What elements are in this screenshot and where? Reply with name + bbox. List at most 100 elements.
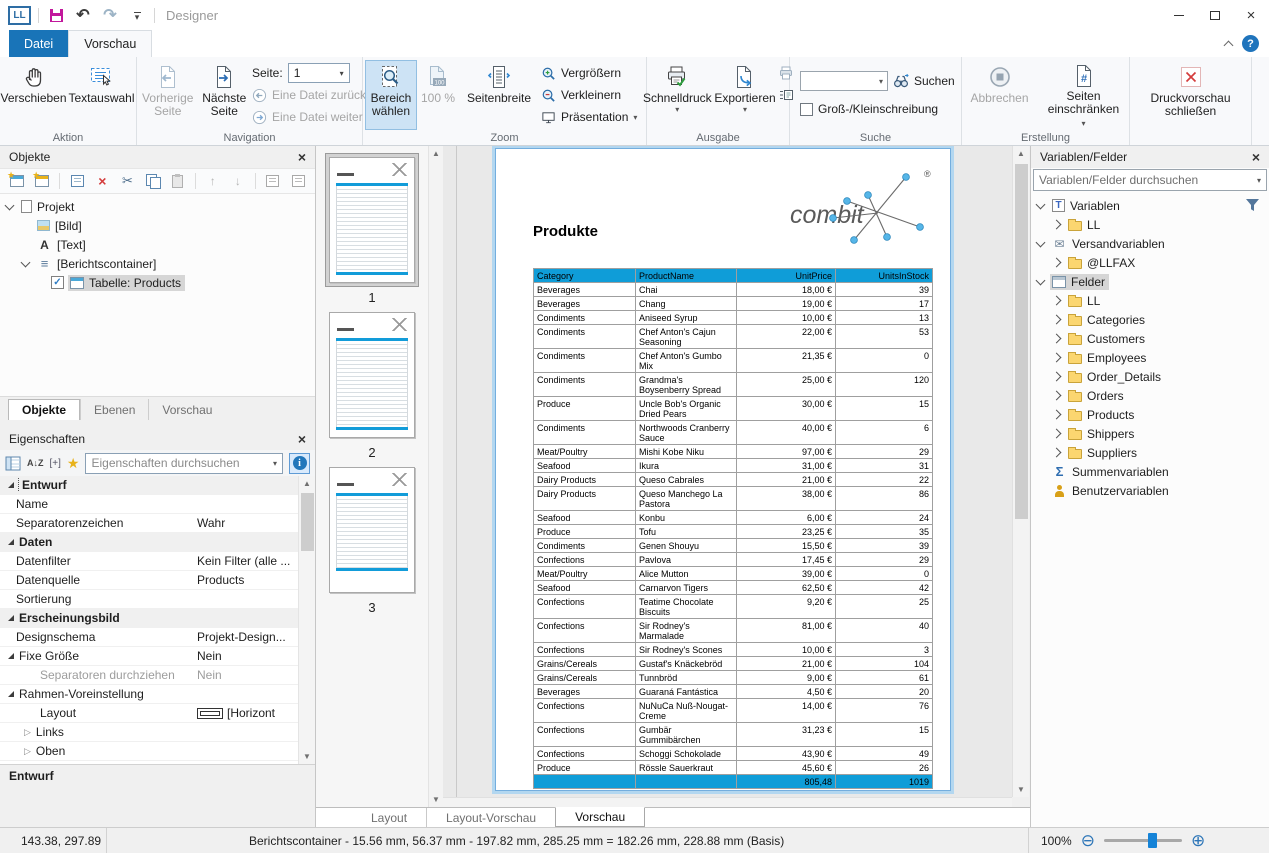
tree-item[interactable]: Felder bbox=[1031, 272, 1269, 291]
collapse-icon[interactable] bbox=[1036, 237, 1046, 247]
property-value[interactable]: Products bbox=[197, 573, 297, 587]
property-row[interactable]: Daten bbox=[0, 533, 315, 552]
properties-scrollbar[interactable]: ▲ ▼ bbox=[298, 476, 315, 764]
bereich-waehlen-button[interactable]: Bereich wählen bbox=[365, 60, 417, 130]
schnelldruck-button[interactable]: Schnelldruck ▾ bbox=[642, 60, 712, 130]
scroll-up-icon[interactable]: ▲ bbox=[299, 476, 315, 491]
property-row[interactable]: Erscheinungsbild bbox=[0, 609, 315, 628]
tree-item[interactable]: Categories bbox=[1031, 310, 1269, 329]
expand-icon[interactable] bbox=[1052, 296, 1062, 306]
zoom-out-button[interactable]: ⊖ bbox=[1081, 832, 1095, 849]
seiten-einschraenken-button[interactable]: # Seiten einschränken ▾ bbox=[1045, 60, 1123, 130]
tree-item[interactable]: LL bbox=[1031, 291, 1269, 310]
property-row[interactable]: DesignschemaProjekt-Design... bbox=[0, 628, 315, 647]
scroll-down-icon[interactable]: ▼ bbox=[1013, 782, 1029, 797]
properties-search-combobox[interactable]: ▾ bbox=[85, 453, 283, 474]
expand-icon[interactable] bbox=[1052, 448, 1062, 458]
property-row[interactable]: Rahmen-Voreinstellung bbox=[0, 685, 315, 704]
tab-ebenen[interactable]: Ebenen bbox=[80, 399, 148, 420]
zoom-slider-thumb[interactable] bbox=[1148, 833, 1157, 848]
case-sensitive-row[interactable]: Groß-/Kleinschreibung bbox=[800, 98, 938, 120]
expand-icon[interactable] bbox=[1052, 410, 1062, 420]
page-thumbnail[interactable] bbox=[325, 463, 419, 597]
property-row[interactable]: Sortierung bbox=[0, 590, 315, 609]
sort-az-button[interactable]: A↓Z bbox=[27, 454, 44, 472]
expanded-icon[interactable] bbox=[8, 615, 14, 621]
insert-table-button[interactable]: ★ bbox=[9, 174, 25, 189]
properties-button[interactable] bbox=[69, 174, 85, 189]
tab-layout[interactable]: Layout bbox=[352, 808, 426, 827]
tree-item[interactable]: LL bbox=[1031, 215, 1269, 234]
expand-icon[interactable] bbox=[1052, 220, 1062, 230]
tab-vorschau-panel[interactable]: Vorschau bbox=[148, 399, 225, 420]
thumbnails-scrollbar[interactable]: ▲ ▼ bbox=[428, 146, 443, 807]
property-row[interactable]: Layout[Horizont bbox=[0, 704, 315, 723]
tree-item[interactable]: TVariablen bbox=[1031, 196, 1269, 215]
scroll-up-icon[interactable]: ▲ bbox=[1013, 146, 1029, 161]
property-row[interactable]: Entwurf bbox=[0, 476, 315, 495]
vorherige-seite-button[interactable]: Vorherige Seite bbox=[139, 60, 196, 130]
tab-objekte[interactable]: Objekte bbox=[8, 399, 80, 420]
collapsed-icon[interactable]: ▷ bbox=[24, 727, 31, 738]
scroll-down-icon[interactable]: ▼ bbox=[299, 749, 315, 764]
property-row[interactable]: DatenfilterKein Filter (alle ... bbox=[0, 552, 315, 571]
minimize-button[interactable] bbox=[1161, 0, 1197, 30]
property-row[interactable]: SeparatorenzeichenWahr bbox=[0, 514, 315, 533]
page-thumbnail[interactable] bbox=[325, 308, 419, 442]
copy-button[interactable] bbox=[145, 174, 161, 189]
categorized-view-button[interactable] bbox=[5, 454, 21, 472]
expanded-icon[interactable] bbox=[8, 482, 14, 488]
collapsed-icon[interactable]: ▷ bbox=[24, 746, 31, 757]
file-back-button[interactable]: Eine Datei zurück bbox=[252, 85, 360, 105]
exportieren-button[interactable]: Exportieren ▾ bbox=[713, 60, 776, 130]
expand-icon[interactable] bbox=[1052, 334, 1062, 344]
page-thumbnail[interactable] bbox=[325, 153, 419, 287]
info-button[interactable]: i bbox=[289, 453, 310, 474]
property-value[interactable]: Projekt-Design... bbox=[197, 630, 297, 644]
tree-item[interactable]: @LLFAX bbox=[1031, 253, 1269, 272]
variables-search-input[interactable] bbox=[1039, 173, 1257, 187]
tree-item[interactable]: Employees bbox=[1031, 348, 1269, 367]
tab-vorschau[interactable]: Vorschau bbox=[68, 30, 152, 57]
tab-vorschau-view[interactable]: Vorschau bbox=[555, 807, 645, 827]
property-value[interactable]: Nein bbox=[197, 668, 297, 682]
zoom-100-button[interactable]: 100 100 % bbox=[418, 60, 458, 130]
tree-item[interactable]: Benutzervariablen bbox=[1031, 481, 1269, 500]
tree-item[interactable]: Customers bbox=[1031, 329, 1269, 348]
report-page[interactable]: Produkte combit bbox=[495, 148, 951, 791]
property-row[interactable]: DatenquelleProducts bbox=[0, 571, 315, 590]
scrollbar-thumb[interactable] bbox=[301, 493, 314, 551]
move-down-button[interactable]: ↓ bbox=[230, 174, 246, 189]
save-button[interactable] bbox=[46, 4, 66, 26]
tree-item[interactable]: Projekt bbox=[0, 197, 315, 216]
tree-item[interactable]: A[Text] bbox=[0, 235, 315, 254]
insert-report-table-button[interactable]: ★ bbox=[34, 174, 50, 189]
verkleinern-button[interactable]: Verkleinern bbox=[540, 85, 644, 105]
property-row[interactable]: Fixe GrößeNein bbox=[0, 647, 315, 666]
tree-item[interactable]: [Bild] bbox=[0, 216, 315, 235]
scroll-up-icon[interactable]: ▲ bbox=[429, 146, 443, 161]
preview-canvas[interactable]: Produkte combit bbox=[443, 146, 1012, 797]
collapse-icon[interactable] bbox=[21, 257, 31, 267]
close-panel-icon[interactable]: × bbox=[1252, 149, 1260, 165]
tree-item[interactable]: ≡[Berichtscontainer] bbox=[0, 254, 315, 273]
property-row[interactable]: ▷Links bbox=[0, 723, 315, 742]
filter-icon[interactable] bbox=[1245, 198, 1260, 215]
expanded-icon[interactable] bbox=[8, 653, 14, 659]
variables-search-combobox[interactable]: ▾ bbox=[1033, 169, 1267, 191]
page-number-combobox[interactable]: 1▾ bbox=[288, 63, 350, 83]
collapse-icon[interactable] bbox=[5, 200, 15, 210]
tree-item[interactable]: Products bbox=[1031, 405, 1269, 424]
expand-icon[interactable] bbox=[1052, 429, 1062, 439]
collapse-icon[interactable] bbox=[1036, 199, 1046, 209]
expand-icon[interactable] bbox=[1052, 372, 1062, 382]
more-options-button[interactable] bbox=[290, 174, 306, 189]
move-up-button[interactable]: ↑ bbox=[205, 174, 221, 189]
property-value[interactable]: Kein Filter (alle ... bbox=[197, 554, 297, 568]
tree-item[interactable]: ✉Versandvariablen bbox=[1031, 234, 1269, 253]
zoom-in-button[interactable]: ⊕ bbox=[1191, 832, 1205, 849]
maximize-button[interactable] bbox=[1197, 0, 1233, 30]
scrollbar-thumb[interactable] bbox=[1015, 164, 1028, 519]
tree-item[interactable]: ✓Tabelle: Products bbox=[0, 273, 315, 292]
expanded-icon[interactable] bbox=[8, 691, 14, 697]
